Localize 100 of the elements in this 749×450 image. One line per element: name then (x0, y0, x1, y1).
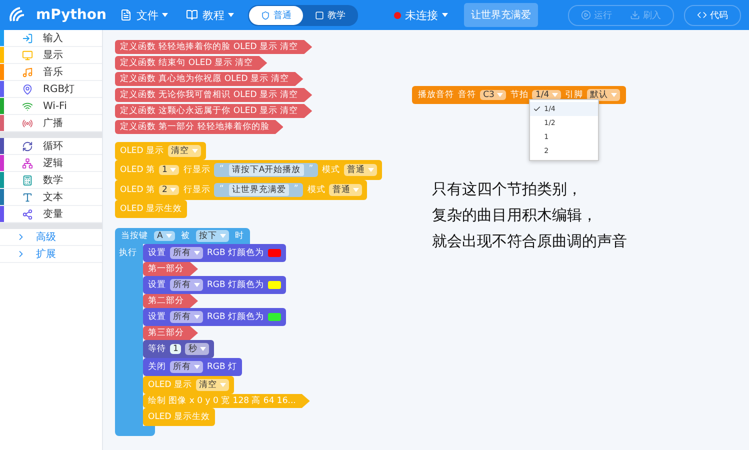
color-swatch[interactable] (268, 313, 282, 321)
event-block[interactable]: 当按键 A 被 按下 时 (115, 228, 250, 244)
block-label: 音符 (458, 89, 476, 101)
block-label: 行显示 (183, 184, 210, 196)
caret-icon (192, 149, 198, 153)
function-block[interactable]: 定义函数 第一部分 轻轻地捧着你的脸 (115, 120, 284, 134)
block-label: OLED 显示生效 (120, 203, 182, 215)
block-label: 定义函数 结束句 OLED 显示 清空 (120, 57, 254, 69)
block-dropdown[interactable]: 1 (159, 165, 180, 175)
menu-button[interactable]: 教程 (182, 6, 238, 24)
comment-block[interactable]: 第二部分 (143, 294, 198, 308)
sidebar-link[interactable]: 扩展 (0, 246, 102, 263)
caret-icon (220, 383, 226, 387)
code-icon (696, 10, 707, 20)
caret-icon (194, 283, 200, 287)
oled-block[interactable]: OLED 第 1 行显示 “ 请按下A开始播放 ” 模式 普通 (115, 160, 382, 180)
color-swatch[interactable] (268, 249, 282, 257)
connection-status[interactable]: 未连接 (388, 6, 454, 24)
category-item[interactable]: RGB灯 (0, 81, 102, 98)
function-block[interactable]: 定义函数 真心地为你祝愿 OLED 显示 清空 (115, 72, 304, 86)
app-name: mPython (36, 7, 106, 23)
function-block[interactable]: 定义函数 结束句 OLED 显示 清空 (115, 56, 268, 70)
block-label: 第一部分 (148, 263, 184, 275)
block-label: 定义函数 这颗心永远属于你 OLED 显示 清空 (120, 105, 298, 117)
block-dropdown[interactable]: 清空 (196, 379, 230, 391)
block-label: 绘制 图像 x 0 y 0 宽 128 高 64 16... (148, 395, 296, 407)
text-input[interactable]: “ 让世界充满爱 ” (214, 183, 304, 197)
block-dropdown[interactable]: A (154, 231, 175, 241)
rgb-block[interactable]: 设置 所有 RGB 灯颜色为 (143, 308, 286, 326)
number-input[interactable]: 1 (170, 344, 182, 354)
caret-icon (170, 168, 176, 172)
mode-tab[interactable]: 普通 (249, 6, 304, 24)
block-dropdown[interactable]: 普通 (329, 184, 362, 196)
text-input[interactable]: “ 请按下A开始播放 ” (214, 163, 318, 177)
block-dropdown[interactable]: C3 (480, 90, 506, 100)
block-dropdown[interactable]: 所有 (170, 247, 203, 259)
category-item[interactable]: 文本 (0, 189, 102, 206)
block-label: OLED 第 (120, 164, 156, 176)
category-item[interactable]: 音乐 (0, 64, 102, 81)
category-item[interactable]: 循环 (0, 138, 102, 155)
block-label: 第三部分 (148, 327, 184, 339)
mode-tab[interactable]: 教学 (303, 6, 358, 24)
shield-icon (261, 10, 270, 20)
block-label: RGB 灯颜色为 (207, 279, 264, 291)
wifi-icon (22, 100, 33, 112)
category-item[interactable]: 输入 (0, 30, 102, 47)
rgb-block[interactable]: 设置 所有 RGB 灯颜色为 (143, 244, 286, 262)
block-label: 定义函数 轻轻地捧着你的脸 OLED 显示 清空 (120, 41, 298, 53)
comment-block[interactable]: 第一部分 (143, 262, 198, 276)
block-dropdown[interactable]: 所有 (170, 279, 203, 291)
caret-icon (200, 347, 206, 351)
block-label: 关闭 (148, 361, 166, 373)
monitor-icon (22, 50, 33, 60)
block-dropdown[interactable]: 清空 (168, 145, 202, 157)
block-dropdown[interactable]: 默认 (587, 89, 620, 101)
caption-text: 就会出现不符合原曲调的声音 (432, 232, 628, 251)
function-block[interactable]: 定义函数 轻轻地捧着你的脸 OLED 显示 清空 (115, 40, 312, 54)
block-label: OLED 第 (120, 184, 156, 196)
block-label: 被 (180, 230, 190, 242)
wait-block[interactable]: 等待 1 秒 (143, 340, 214, 358)
music-block[interactable]: 播放音符 音符 C3 节拍 1/4 引脚 默认 (412, 86, 626, 104)
rgb-block[interactable]: 关闭 所有 RGB 灯 (143, 358, 242, 376)
refresh-icon (22, 140, 33, 152)
caret-icon (228, 13, 234, 17)
caret-icon (220, 234, 226, 238)
caret-icon (166, 234, 172, 238)
block-label: 行显示 (183, 164, 210, 176)
block-dropdown[interactable]: 所有 (170, 361, 203, 373)
pin-icon (22, 84, 33, 94)
oled-block[interactable]: OLED 显示 清空 (115, 142, 206, 160)
sidebar-link[interactable]: 高级 (0, 229, 102, 246)
block-dropdown[interactable]: 普通 (344, 164, 378, 176)
block-dropdown[interactable]: 秒 (185, 343, 210, 355)
category-item[interactable]: 数学 (0, 172, 102, 189)
block-label: 引脚 (565, 89, 584, 101)
caret-icon (194, 315, 200, 319)
caret-icon (611, 93, 618, 97)
comment-block[interactable]: 第三部分 (143, 326, 198, 340)
caret-icon (552, 93, 558, 97)
category-item[interactable]: 显示 (0, 47, 102, 64)
category-item[interactable]: 逻辑 (0, 155, 102, 172)
oled-block[interactable]: OLED 第 2 行显示 “ 让世界充满爱 ” 模式 普通 (115, 180, 368, 200)
rgb-block[interactable]: 设置 所有 RGB 灯颜色为 (143, 276, 286, 294)
block-label: 时 (234, 230, 244, 242)
block-dropdown[interactable]: 2 (159, 185, 180, 195)
color-swatch[interactable] (268, 281, 282, 289)
caret-icon (353, 188, 360, 192)
block-dropdown[interactable]: 所有 (170, 311, 203, 323)
function-block[interactable]: 定义函数 这颗心永远属于你 OLED 显示 清空 (115, 104, 312, 118)
category-item[interactable]: Wi-Fi (0, 98, 102, 115)
menu-button[interactable]: 文件 (116, 6, 172, 24)
caret-icon (442, 13, 448, 17)
caret-icon (170, 188, 176, 192)
caret-icon (194, 365, 200, 369)
block-label: 定义函数 无论你我可曾相识 OLED 显示 清空 (120, 89, 298, 101)
check-icon (533, 105, 542, 113)
block-dropdown[interactable]: 按下 (196, 230, 229, 242)
function-block[interactable]: 定义函数 无论你我可曾相识 OLED 显示 清空 (115, 88, 312, 102)
caret-icon (368, 168, 374, 172)
oled-block[interactable]: OLED 显示 清空 (143, 376, 234, 394)
